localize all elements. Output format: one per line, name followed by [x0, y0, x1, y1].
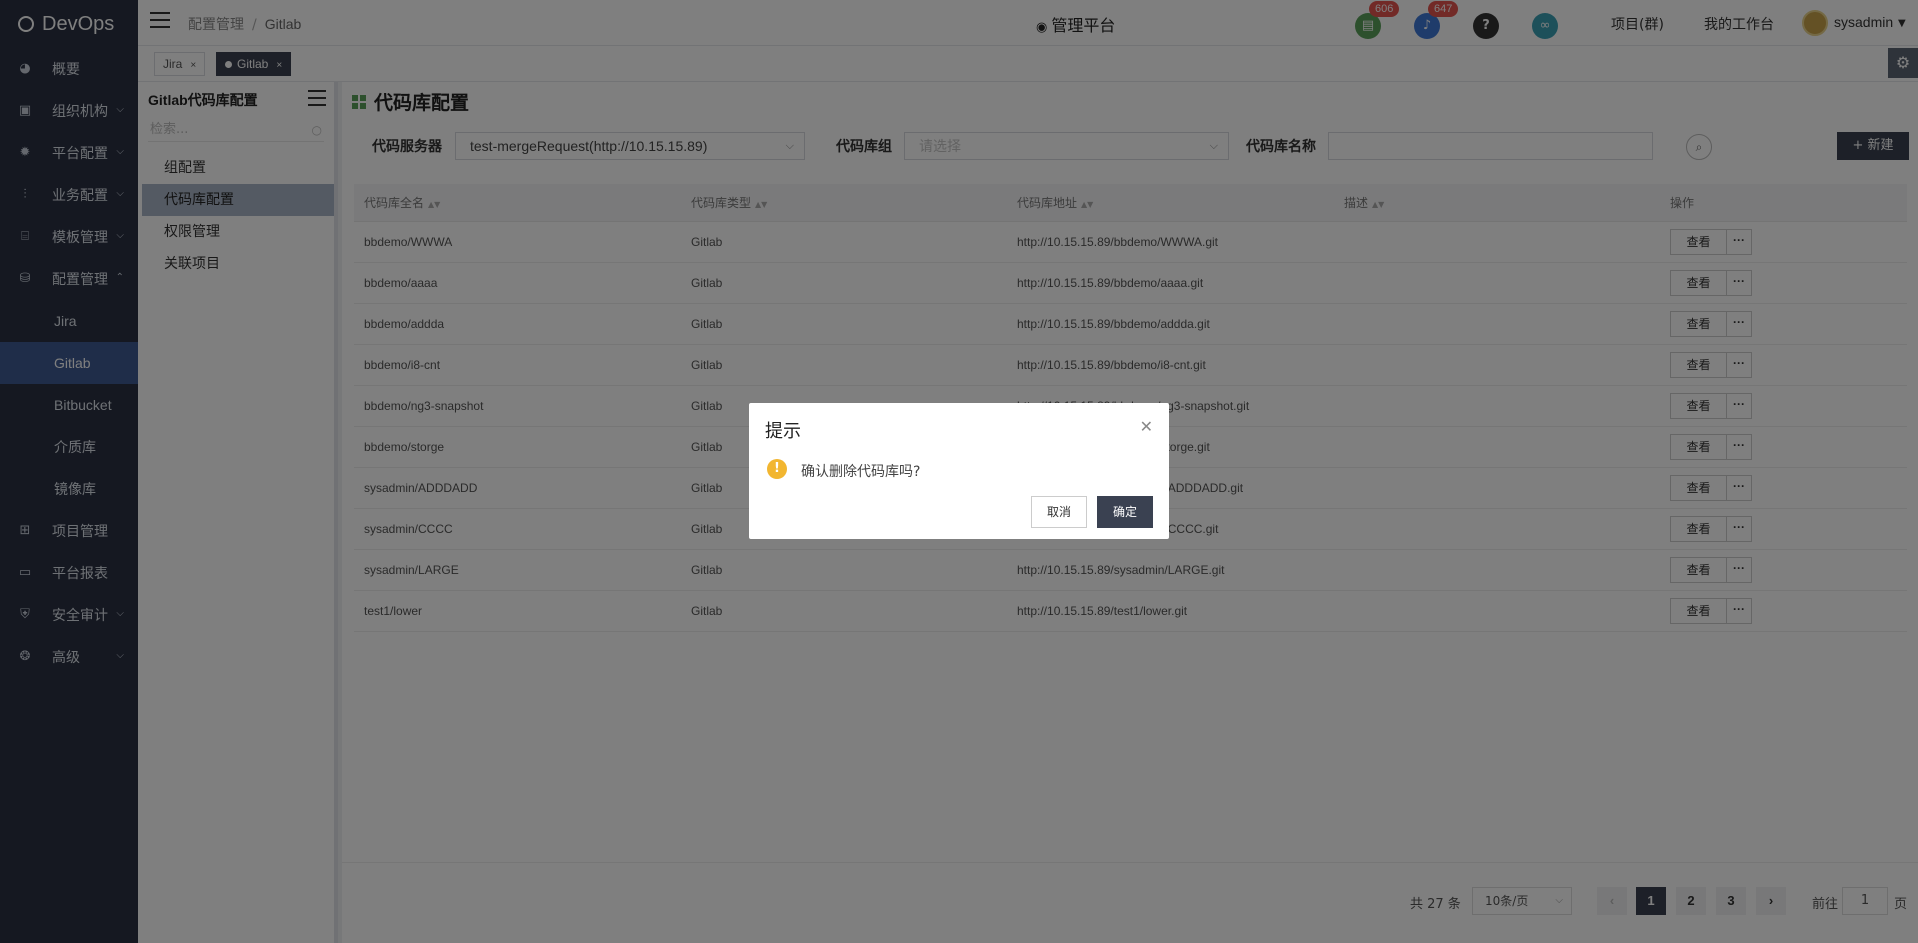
- confirm-dialog: 提示 ✕ ! 确认删除代码库吗? 取消 确定: [749, 403, 1169, 539]
- close-icon[interactable]: ✕: [1140, 417, 1153, 436]
- confirm-button[interactable]: 确定: [1097, 496, 1153, 528]
- modal-overlay[interactable]: 提示 ✕ ! 确认删除代码库吗? 取消 确定: [0, 0, 1918, 943]
- warning-icon: !: [767, 459, 787, 479]
- dialog-message: 确认删除代码库吗?: [801, 464, 921, 480]
- dialog-title: 提示: [765, 421, 801, 442]
- cancel-button[interactable]: 取消: [1031, 496, 1087, 528]
